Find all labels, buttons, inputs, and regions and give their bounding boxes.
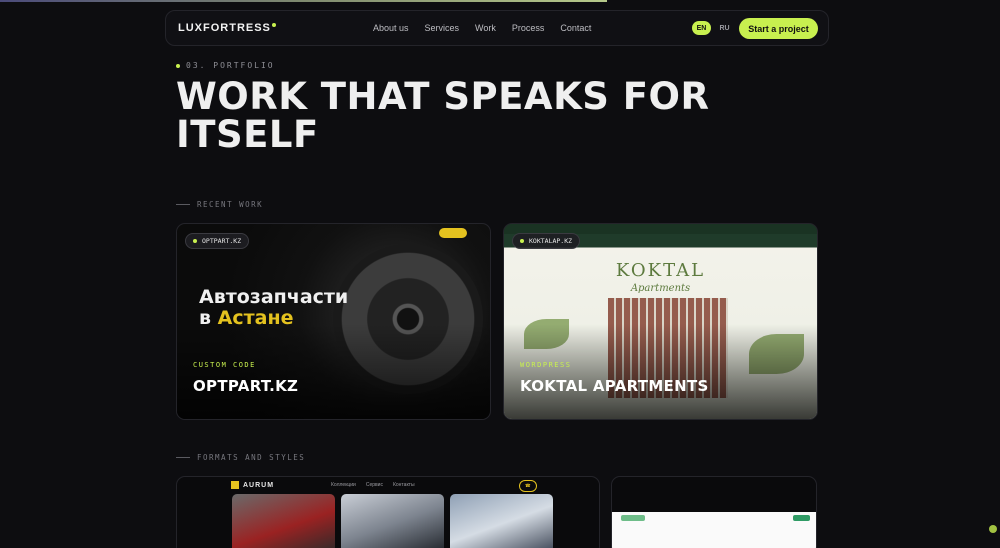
nav-services[interactable]: Services: [425, 23, 460, 33]
card-hero-heading: Автозапчасти в Астане: [199, 286, 349, 329]
card-shade: [504, 324, 817, 419]
aurum-phone-badge: ☎: [519, 480, 537, 492]
site-button: [793, 515, 810, 521]
domain-pill[interactable]: KOKTALAP.KZ: [512, 233, 581, 249]
format-card-light[interactable]: [611, 476, 817, 548]
project-title: KOKTAL APARTMENTS: [520, 377, 709, 395]
page-title: WORK THAT SPEAKS FOR ITSELF: [176, 75, 710, 156]
formats-label: FORMATS AND STYLES: [176, 453, 305, 462]
aurum-menu-item: Сервис: [365, 482, 383, 488]
section-kicker: 03. PORTFOLIO: [176, 61, 275, 70]
brand-logo[interactable]: LUXFORTRESS: [178, 22, 276, 34]
recent-work-label: RECENT WORK: [176, 200, 263, 209]
car-thumbnail: [341, 494, 444, 548]
live-dot-icon: [193, 239, 197, 243]
card-shade: [177, 324, 490, 419]
yacht-thumbnail: [450, 494, 553, 548]
whatsapp-badge: [439, 228, 467, 238]
nav-about[interactable]: About us: [373, 23, 409, 33]
format-card-aurum[interactable]: AURUM Коллекции Сервис Контакты ☎: [176, 476, 600, 548]
aurum-menu-item: Контакты: [392, 482, 415, 488]
nav-process[interactable]: Process: [512, 23, 545, 33]
language-switcher: EN RU: [692, 21, 734, 35]
koktal-logo: KOKTAL: [615, 260, 706, 281]
start-project-button[interactable]: Start a project: [739, 18, 818, 39]
nav-contact[interactable]: Contact: [560, 23, 591, 33]
scroll-indicator-icon: [989, 525, 997, 533]
tech-tag: CUSTOM CODE: [193, 361, 256, 369]
top-progress-line: [0, 0, 607, 2]
aurum-menu-item: Коллекции: [331, 482, 356, 488]
project-card-koktal[interactable]: KOKTAL Apartments KOKTALAP.KZ WORDPRESS …: [503, 223, 818, 420]
lang-en-button[interactable]: EN: [692, 21, 711, 35]
lang-ru-button[interactable]: RU: [715, 21, 734, 35]
logo-dot-icon: [271, 23, 276, 27]
nav-work[interactable]: Work: [475, 23, 496, 33]
project-card-optpart[interactable]: Автозапчасти в Астане OPTPART.KZ CUSTOM C…: [176, 223, 491, 420]
domain-pill[interactable]: OPTPART.KZ: [185, 233, 250, 249]
live-dot-icon: [520, 239, 524, 243]
car-thumbnail: [232, 494, 335, 548]
top-navbar: LUXFORTRESS About us Services Work Proce…: [165, 10, 829, 46]
aurum-icon: [231, 481, 239, 489]
light-site-preview: [612, 512, 816, 548]
site-logo: [621, 515, 645, 521]
kicker-dot-icon: [176, 63, 180, 68]
aurum-menu: Коллекции Сервис Контакты: [331, 482, 415, 488]
project-title: OPTPART.KZ: [193, 377, 299, 395]
main-menu: About us Services Work Process Contact: [373, 23, 591, 33]
aurum-logo: AURUM: [231, 481, 274, 489]
tech-tag: WORDPRESS: [520, 361, 572, 369]
koktal-subtitle: Apartments: [630, 283, 691, 294]
